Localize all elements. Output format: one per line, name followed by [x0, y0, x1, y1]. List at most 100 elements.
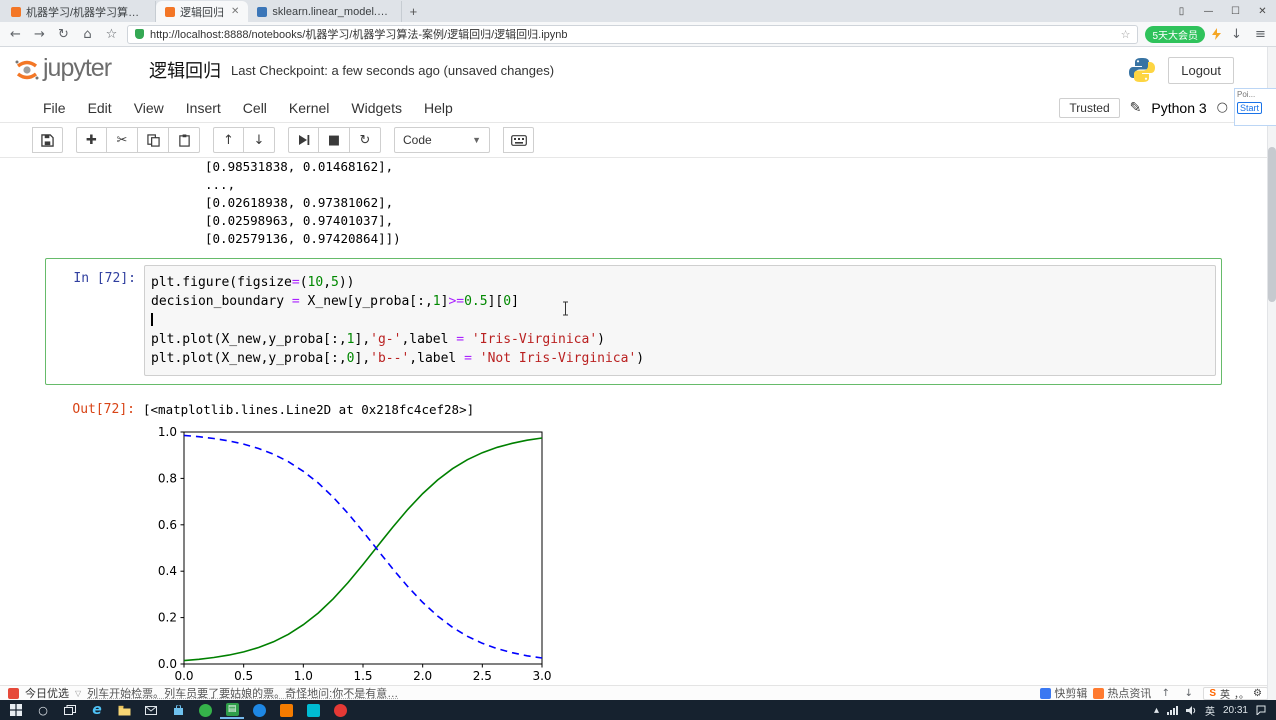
svg-text:1.0: 1.0 [158, 426, 177, 439]
jupyter-app-icon-active[interactable]: ▤ [220, 701, 244, 719]
file-explorer-app-icon[interactable] [112, 701, 136, 719]
save-button[interactable] [32, 127, 63, 153]
member-badge[interactable]: 5天大会员 [1145, 25, 1205, 43]
url-text[interactable]: http://localhost:8888/notebooks/机器学习/机器学… [150, 26, 1115, 42]
app-icon-blue[interactable] [247, 701, 271, 719]
copy-icon [146, 133, 160, 147]
keyboard-icon [510, 134, 527, 146]
browser-tab-2-active[interactable]: 逻辑回归 ✕ [156, 1, 249, 22]
menu-file[interactable]: File [32, 96, 77, 120]
edge-app-icon[interactable]: e [85, 701, 109, 719]
start-button[interactable]: Start [1237, 102, 1263, 114]
trusted-badge[interactable]: Trusted [1059, 97, 1120, 118]
home-icon[interactable]: ⌂ [79, 27, 96, 42]
tab-title: 逻辑回归 [180, 6, 224, 19]
app-icon-orange[interactable] [274, 701, 298, 719]
scrollbar-thumb[interactable] [1268, 147, 1276, 302]
paste-cell-button[interactable] [169, 127, 200, 153]
mail-app-icon[interactable] [139, 701, 163, 719]
ticker-logo-icon [8, 687, 19, 699]
network-icon[interactable] [1166, 705, 1178, 715]
maximize-button[interactable]: ☐ [1222, 6, 1249, 17]
menu-insert[interactable]: Insert [175, 96, 232, 120]
svg-text:0.0: 0.0 [158, 657, 177, 671]
task-view-button[interactable] [58, 701, 82, 719]
ime-punctuation[interactable]: ，。 [1234, 686, 1249, 701]
ticker-source[interactable]: 今日优选 [25, 686, 69, 700]
input-language-indicator[interactable]: 英 [1205, 703, 1215, 718]
tray-expand-icon[interactable]: ▴ [1154, 705, 1159, 716]
notification-center-icon[interactable] [1256, 705, 1266, 715]
download-icon[interactable]: ↓ [1228, 27, 1245, 42]
start-menu-button[interactable] [4, 701, 28, 719]
run-icon [298, 135, 309, 145]
ime-settings-gear-icon[interactable]: ⚙ [1253, 688, 1262, 699]
svg-text:0.2: 0.2 [158, 611, 177, 625]
notebook-content: [0.98531838, 0.01468162],..., [0.02618938… [0, 158, 1276, 685]
flame-icon [1093, 687, 1105, 699]
restart-kernel-button[interactable]: ↻ [350, 127, 381, 153]
store-app-icon[interactable] [166, 701, 190, 719]
lightning-icon[interactable] [1212, 28, 1221, 40]
menu-widgets[interactable]: Widgets [340, 96, 413, 120]
app-icon-red[interactable] [328, 701, 352, 719]
notebook-title[interactable]: 逻辑回归 [149, 57, 221, 83]
chevron-down-icon[interactable]: ▽ [75, 689, 81, 698]
forward-icon[interactable]: → [31, 27, 48, 42]
stop-kernel-button[interactable]: ■ [319, 127, 350, 153]
menu-cell[interactable]: Cell [232, 96, 278, 120]
ticker-headline-link[interactable]: 列车开始检票。列车员要了要姑娘的票。奇怪地问:你不是有意… [87, 686, 1034, 700]
cell-type-select[interactable]: Code ▼ [394, 127, 490, 153]
cortana-search-button[interactable]: ○ [31, 701, 55, 719]
back-icon[interactable]: ← [7, 27, 24, 42]
output-prompt: Out[72]: [72, 402, 135, 417]
copy-cell-button[interactable] [138, 127, 169, 153]
sogou-ime-bar[interactable]: S 英 ，。 ⚙ [1203, 686, 1268, 701]
selected-code-cell[interactable]: In [72]: plt.figure(figsize=(10,5)) decis… [45, 258, 1222, 385]
command-palette-button[interactable] [503, 127, 534, 153]
svg-text:0.4: 0.4 [158, 564, 177, 578]
taskbar-clock[interactable]: 20:31 [1223, 705, 1248, 716]
menu-edit[interactable]: Edit [77, 96, 123, 120]
jupyter-logo[interactable]: jupyter [14, 54, 112, 85]
menu-help[interactable]: Help [413, 96, 464, 120]
download-manager-icon[interactable]: ↓ [1180, 688, 1197, 699]
svg-text:0.8: 0.8 [158, 471, 177, 485]
cut-cell-button[interactable]: ✂ [107, 127, 138, 153]
browser-tab-3[interactable]: sklearn.linear_model.Logistic… [248, 1, 403, 22]
add-cell-button[interactable]: ✚ [76, 127, 107, 153]
close-button[interactable]: ✕ [1249, 6, 1276, 17]
app-icon-teal[interactable] [301, 701, 325, 719]
minimize-button[interactable]: — [1195, 6, 1222, 17]
browser-app-icon[interactable] [193, 701, 217, 719]
ime-language-mode[interactable]: 英 [1220, 686, 1230, 701]
browser-menu-icon[interactable]: ≡ [1252, 27, 1269, 42]
new-tab-button[interactable]: + [402, 4, 424, 19]
code-editor[interactable]: plt.figure(figsize=(10,5)) decision_bound… [144, 265, 1216, 376]
bookmark-star-icon[interactable]: ☆ [1121, 28, 1131, 41]
notebook-menu-bar: File Edit View Insert Cell Kernel Widget… [0, 93, 1276, 123]
quick-clip-tool[interactable]: 快剪辑 [1040, 686, 1087, 700]
speed-icon[interactable]: ↑ [1157, 688, 1174, 699]
logout-button[interactable]: Logout [1168, 56, 1234, 84]
overlay-title: Poi... [1237, 90, 1256, 99]
address-bar[interactable]: http://localhost:8888/notebooks/机器学习/机器学… [127, 24, 1139, 44]
sklearn-favicon-icon [257, 6, 268, 17]
hot-news-tool[interactable]: 热点资讯 [1093, 686, 1151, 700]
refresh-icon[interactable]: ↻ [55, 27, 72, 42]
move-cell-up-button[interactable]: ↑ [213, 127, 244, 153]
move-cell-down-button[interactable]: ↓ [244, 127, 275, 153]
favorites-icon[interactable]: ☆ [103, 27, 120, 42]
browser-tab-bar: 机器学习/机器学习算法-案例/逻… 逻辑回归 ✕ sklearn.linear_… [0, 0, 1276, 22]
sogou-logo-icon[interactable]: S [1209, 688, 1216, 699]
phone-sync-icon[interactable]: ▯ [1168, 6, 1195, 17]
svg-text:3.0: 3.0 [532, 669, 551, 683]
page-scrollbar[interactable] [1267, 47, 1276, 700]
edit-mode-pencil-icon: ✎ [1129, 99, 1142, 116]
menu-view[interactable]: View [123, 96, 175, 120]
browser-tab-1[interactable]: 机器学习/机器学习算法-案例/逻… [2, 1, 156, 22]
tab-close-icon[interactable]: ✕ [229, 6, 239, 17]
menu-kernel[interactable]: Kernel [278, 96, 340, 120]
volume-icon[interactable] [1185, 705, 1197, 715]
run-cell-button[interactable] [288, 127, 319, 153]
